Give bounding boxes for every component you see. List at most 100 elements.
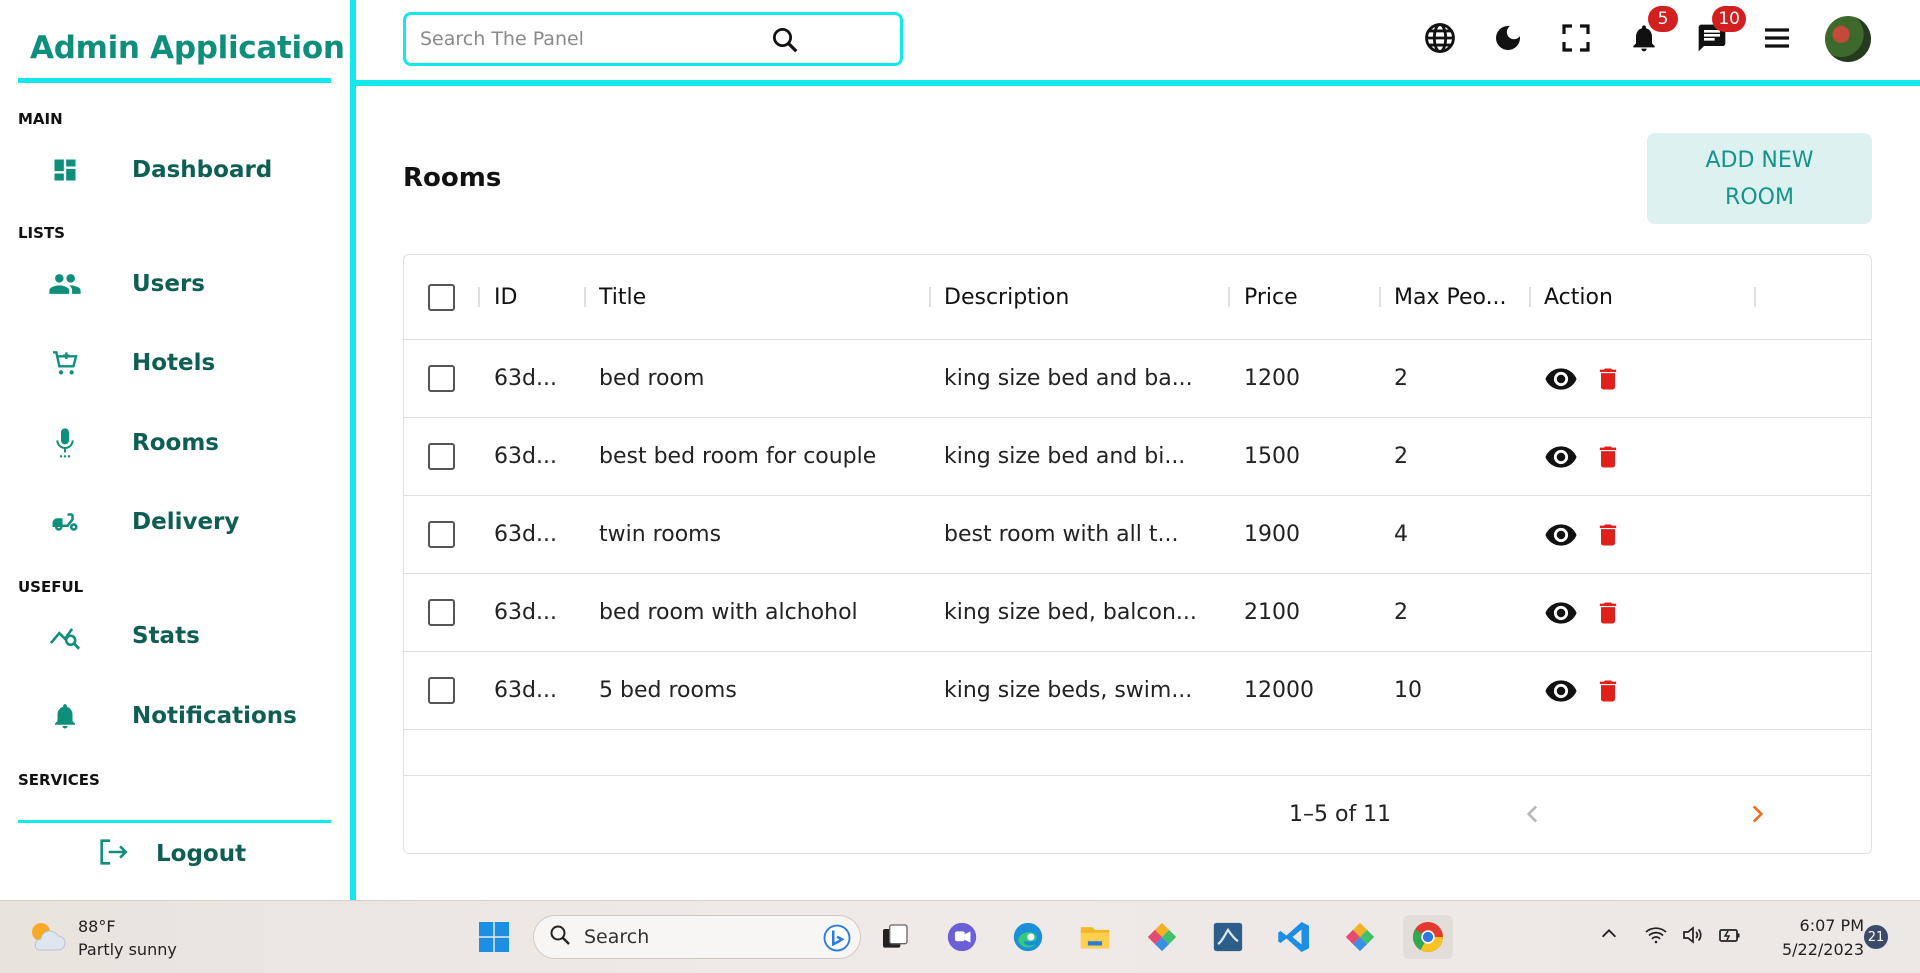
row-checkbox[interactable] (428, 677, 455, 704)
avatar[interactable] (1825, 16, 1871, 62)
section-title-lists: LISTS (18, 224, 65, 242)
microphone-icon (40, 419, 90, 467)
previous-page-icon[interactable] (1520, 801, 1546, 831)
logout-label: Logout (156, 841, 247, 867)
row-checkbox[interactable] (428, 365, 455, 392)
app-logo[interactable]: Admin Application (30, 30, 345, 66)
delete-icon[interactable] (1594, 363, 1622, 395)
sidebar-item-delivery[interactable]: Delivery (40, 498, 330, 546)
table-header: ID Title Description Price Max Peo... Ac… (404, 255, 1871, 340)
column-separator[interactable] (584, 287, 586, 307)
sidebar-item-users[interactable]: Users (40, 260, 330, 308)
column-header-title[interactable]: Title (599, 255, 899, 339)
table-row[interactable]: 63d... 5 bed rooms king size beds, swim.… (404, 652, 1871, 730)
row-checkbox[interactable] (428, 521, 455, 548)
notification-center-badge[interactable]: 21 (1864, 925, 1888, 949)
delete-icon[interactable] (1594, 441, 1622, 473)
language-icon[interactable] (1420, 18, 1460, 58)
search-input[interactable] (420, 28, 810, 50)
view-icon[interactable] (1544, 362, 1578, 396)
next-page-icon[interactable] (1744, 801, 1770, 831)
logout-button[interactable]: Logout (96, 832, 246, 876)
notifications-icon[interactable]: 5 (1624, 6, 1678, 58)
task-view-icon[interactable] (873, 915, 917, 959)
pinned-app-icon[interactable] (1140, 915, 1184, 959)
delivery-icon (40, 498, 90, 546)
table-row[interactable]: 63d... twin rooms best room with all t..… (404, 496, 1871, 574)
edge-browser-icon[interactable] (1006, 915, 1050, 959)
cell-title: twin rooms (599, 522, 722, 547)
taskbar-search[interactable]: Search (533, 915, 861, 959)
cell-title: best bed room for couple (599, 444, 877, 469)
sidebar-item-dashboard[interactable]: Dashboard (40, 146, 330, 194)
chevron-up-icon[interactable] (1598, 923, 1620, 949)
chrome-icon[interactable] (1403, 915, 1453, 959)
column-header-price[interactable]: Price (1244, 255, 1374, 339)
dashboard-icon (40, 146, 90, 194)
row-checkbox[interactable] (428, 599, 455, 626)
sidebar-item-hotels[interactable]: Hotels (40, 339, 330, 387)
pagination-text: 1–5 of 11 (1289, 802, 1392, 827)
clock-date: 5/22/2023 (1781, 940, 1864, 959)
teams-chat-icon[interactable] (940, 915, 984, 959)
weather-widget[interactable]: 88°F Partly sunny (26, 915, 177, 961)
view-icon[interactable] (1544, 674, 1578, 708)
page-title: Rooms (403, 163, 502, 193)
column-header-description[interactable]: Description (944, 255, 1224, 339)
delete-icon[interactable] (1594, 597, 1622, 629)
column-separator[interactable] (1228, 287, 1230, 307)
vscode-icon[interactable] (1272, 915, 1316, 959)
battery-icon[interactable] (1716, 923, 1742, 951)
row-checkbox[interactable] (428, 443, 455, 470)
column-header-id[interactable]: ID (494, 255, 574, 339)
cell-id: 63d... (494, 600, 557, 625)
sidebar-item-rooms[interactable]: Rooms (40, 419, 330, 467)
stats-icon (40, 612, 90, 660)
table-row[interactable]: 63d... best bed room for couple king siz… (404, 418, 1871, 496)
wifi-icon[interactable] (1644, 923, 1668, 951)
search-icon[interactable] (770, 25, 800, 59)
cell-price: 12000 (1244, 678, 1314, 703)
sidebar-item-label: Delivery (132, 509, 240, 535)
mysql-workbench-icon[interactable] (1206, 915, 1250, 959)
volume-icon[interactable] (1680, 923, 1706, 951)
sidebar-item-stats[interactable]: Stats (40, 612, 330, 660)
select-all-checkbox[interactable] (428, 283, 455, 311)
divider (18, 78, 331, 83)
sidebar-item-notifications[interactable]: Notifications (40, 692, 330, 740)
windows-start-icon[interactable] (472, 915, 516, 959)
taskbar-clock[interactable]: 6:07 PM 5/22/2023 (1764, 914, 1864, 962)
column-separator[interactable] (1529, 287, 1531, 307)
column-separator[interactable] (929, 287, 931, 307)
cell-max-people: 2 (1394, 444, 1408, 469)
cell-id: 63d... (494, 678, 557, 703)
pinned-app-icon[interactable] (1338, 915, 1382, 959)
view-icon[interactable] (1544, 518, 1578, 552)
cell-max-people: 10 (1394, 678, 1422, 703)
row-select-cell (428, 340, 455, 417)
column-separator[interactable] (478, 287, 480, 307)
cell-id: 63d... (494, 444, 557, 469)
clock-time: 6:07 PM (1799, 916, 1864, 935)
messages-icon[interactable]: 10 (1692, 6, 1746, 58)
delete-icon[interactable] (1594, 675, 1622, 707)
column-separator[interactable] (1754, 287, 1756, 307)
file-explorer-icon[interactable] (1073, 915, 1117, 959)
delete-icon[interactable] (1594, 519, 1622, 551)
dark-mode-icon[interactable] (1488, 18, 1528, 58)
table-row[interactable]: 63d... bed room king size bed and ba... … (404, 340, 1871, 418)
table-row[interactable]: 63d... bed room with alchohol king size … (404, 574, 1871, 652)
cell-id: 63d... (494, 366, 557, 391)
column-header-max-people[interactable]: Max Peo... (1394, 255, 1534, 339)
column-separator[interactable] (1379, 287, 1381, 307)
messages-badge: 10 (1712, 6, 1746, 32)
menu-icon[interactable] (1757, 18, 1797, 58)
bing-icon[interactable] (822, 923, 852, 957)
view-icon[interactable] (1544, 440, 1578, 474)
view-icon[interactable] (1544, 596, 1578, 630)
fullscreen-icon[interactable] (1556, 18, 1596, 58)
cell-description: king size beds, swim... (944, 678, 1193, 703)
bell-icon (40, 692, 90, 740)
add-new-room-button[interactable]: ADD NEW ROOM (1647, 133, 1872, 224)
sidebar-item-label: Stats (132, 623, 200, 649)
